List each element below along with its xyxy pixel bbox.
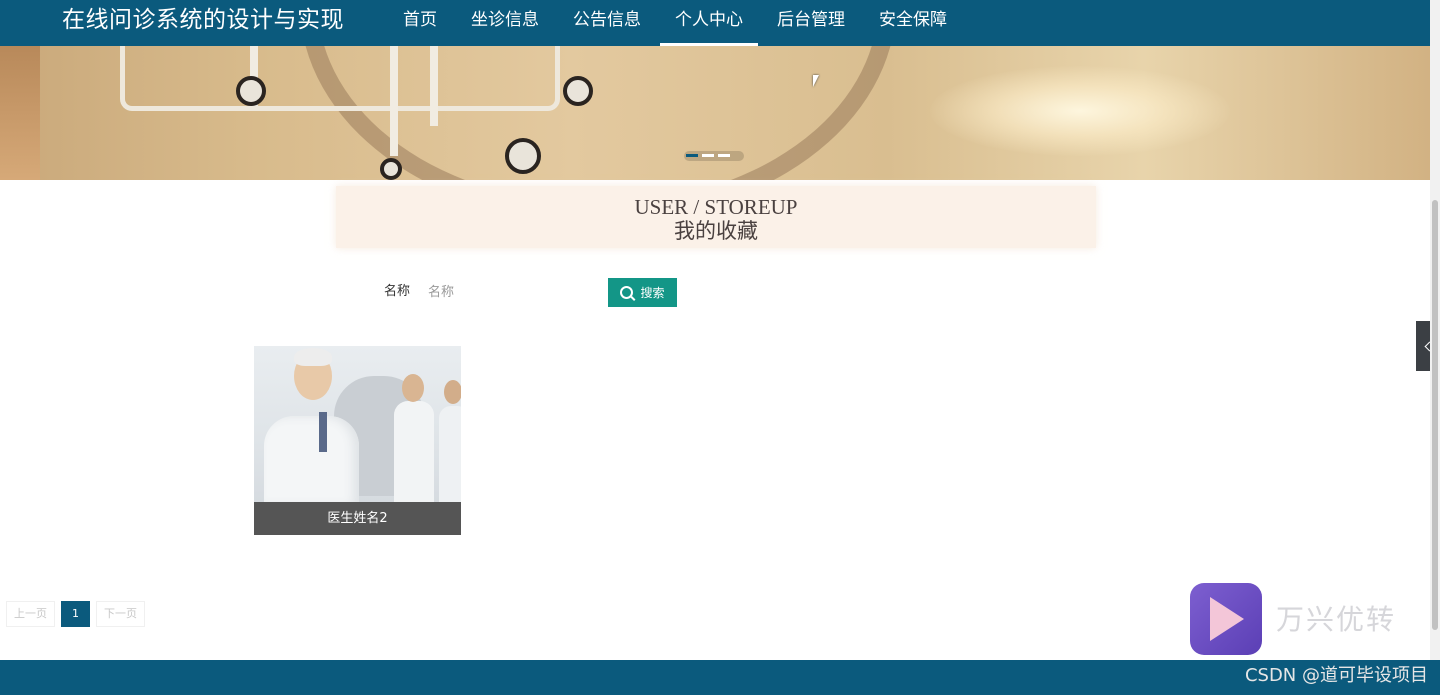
main-nav: 首页 坐诊信息 公告信息 个人中心 后台管理 安全保障: [388, 0, 966, 46]
page-heading-zh: 我的收藏: [674, 219, 758, 243]
search-button[interactable]: 搜索: [608, 278, 677, 307]
photo-doctor-coat: [394, 401, 434, 502]
doctor-photo: [254, 346, 461, 502]
photo-doctor-tie: [319, 412, 327, 452]
site-title[interactable]: 在线问诊系统的设计与实现: [62, 5, 344, 35]
next-page-button[interactable]: 下一页: [96, 601, 145, 627]
top-nav-bar: 在线问诊系统的设计与实现 首页 坐诊信息 公告信息 个人中心 后台管理 安全保障: [0, 0, 1430, 46]
page-1-button[interactable]: 1: [61, 601, 90, 627]
banner-bed-leg: [390, 46, 398, 156]
banner-wall-shape: [0, 46, 40, 180]
watermark-logo-icon: [1190, 583, 1262, 655]
banner-wheel: [236, 76, 266, 106]
banner-wheel: [505, 138, 541, 174]
search-icon: [620, 286, 634, 299]
carousel-dot-2[interactable]: [702, 154, 714, 157]
nav-consultation-info[interactable]: 坐诊信息: [456, 0, 554, 46]
carousel-dot-1[interactable]: [686, 154, 698, 157]
nav-admin[interactable]: 后台管理: [762, 0, 860, 46]
credit-text: CSDN @道可毕设项目: [1244, 665, 1428, 686]
mouse-cursor: [813, 75, 819, 87]
page-heading-en: USER / STOREUP: [634, 195, 798, 219]
nav-home[interactable]: 首页: [388, 0, 452, 46]
page-heading: USER / STOREUP 我的收藏: [336, 186, 1096, 248]
carousel-dot-3[interactable]: [718, 154, 730, 157]
photo-doctor-hair: [294, 348, 332, 366]
photo-doctor-head: [444, 380, 461, 404]
photo-doctor-head: [402, 374, 424, 402]
search-button-label: 搜索: [640, 286, 665, 300]
watermark-app-name: 万兴优转: [1276, 603, 1397, 636]
nav-personal-center[interactable]: 个人中心: [660, 0, 758, 46]
page-scrollbar[interactable]: [1430, 0, 1440, 660]
banner-bed-frame: [120, 46, 560, 111]
play-icon: [1210, 597, 1244, 641]
banner-wheel: [563, 76, 593, 106]
pagination: 上一页 1 下一页: [6, 601, 151, 627]
banner-bed-leg: [430, 46, 438, 126]
footer-bar: [0, 660, 1440, 695]
favorite-card[interactable]: 医生姓名2: [254, 346, 461, 535]
search-input[interactable]: [420, 278, 606, 306]
scrollbar-thumb[interactable]: [1432, 200, 1438, 630]
photo-doctor-coat: [439, 406, 461, 502]
nav-security[interactable]: 安全保障: [864, 0, 962, 46]
banner-light-glow: [930, 66, 1230, 156]
doctor-name: 医生姓名2: [254, 502, 461, 535]
search-label: 名称: [384, 284, 411, 299]
photo-doctor-coat: [264, 416, 359, 502]
prev-page-button[interactable]: 上一页: [6, 601, 55, 627]
banner-wheel: [380, 158, 402, 180]
nav-announcements[interactable]: 公告信息: [558, 0, 656, 46]
carousel-dots: [686, 154, 730, 157]
